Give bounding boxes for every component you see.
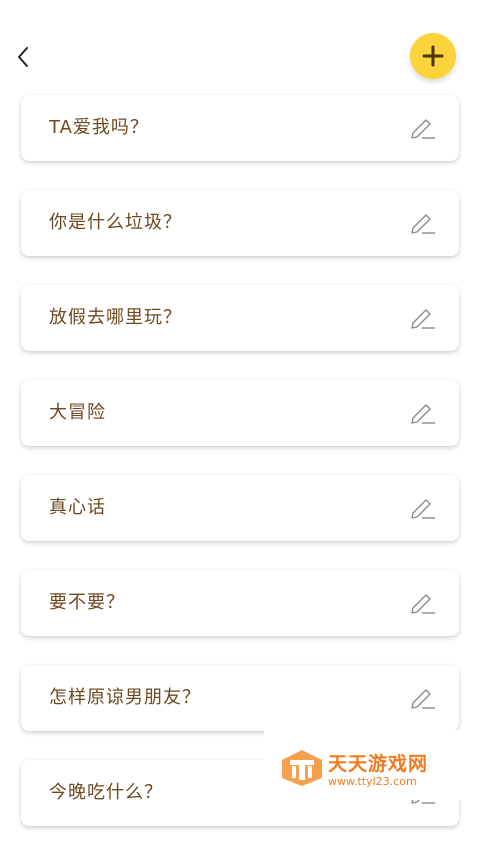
watermark-title: 天天游戏网 [328,753,429,775]
topic-title: 你是什么垃圾？ [49,212,182,233]
topic-title: 今晚吃什么？ [49,782,163,803]
edit-topic-button[interactable] [409,685,437,711]
watermark-url: www.ttyl23.com [328,775,417,788]
topic-title: 大冒险 [49,402,106,423]
topic-title: 要不要？ [49,592,125,613]
edit-topic-button[interactable] [409,305,437,331]
topic-title: TA爱我吗？ [49,117,149,138]
topic-card[interactable]: 怎样原谅男朋友？ [21,665,459,731]
chevron-left-icon [18,47,28,67]
topic-card[interactable]: 要不要？ [21,570,459,636]
edit-topic-button[interactable] [409,590,437,616]
plus-icon [422,45,444,67]
topic-title: 放假去哪里玩？ [49,307,182,328]
edit-topic-button[interactable] [409,495,437,521]
topic-title: 真心话 [49,497,106,518]
pencil-icon [411,309,435,329]
topic-card[interactable]: 真心话 [21,475,459,541]
pencil-icon [411,119,435,139]
topic-card[interactable]: TA爱我吗？ [21,95,459,161]
topic-card[interactable]: 放假去哪里玩？ [21,285,459,351]
watermark: 天天游戏网 www.ttyl23.com [264,730,480,800]
pencil-icon [411,499,435,519]
add-topic-button[interactable] [410,33,456,79]
pencil-icon [411,214,435,234]
edit-topic-button[interactable] [409,210,437,236]
back-button[interactable] [8,40,38,74]
edit-topic-button[interactable] [409,115,437,141]
edit-topic-button[interactable] [409,400,437,426]
topic-card[interactable]: 你是什么垃圾？ [21,190,459,256]
watermark-logo-icon [282,750,322,786]
top-bar [0,0,480,90]
pencil-icon [411,404,435,424]
topic-title: 怎样原谅男朋友？ [49,687,201,708]
pencil-icon [411,594,435,614]
topic-card[interactable]: 大冒险 [21,380,459,446]
pencil-icon [411,689,435,709]
